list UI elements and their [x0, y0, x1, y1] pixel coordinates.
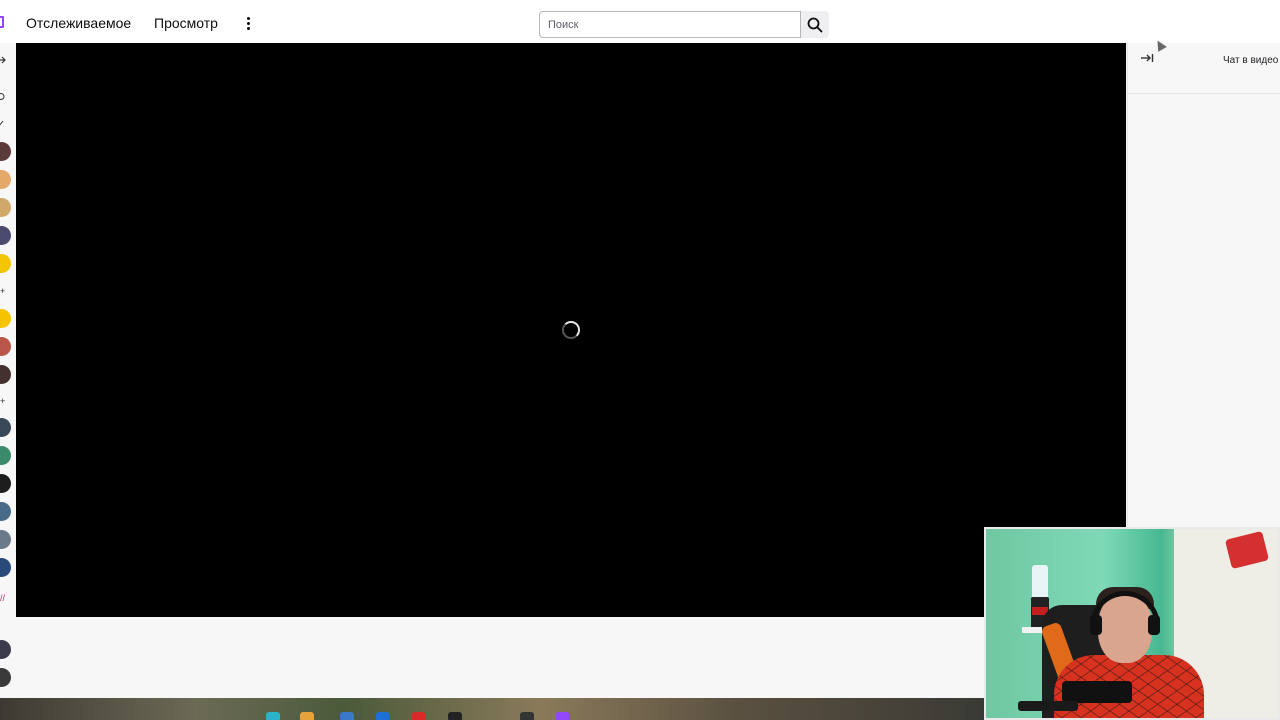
taskbar-app-icon[interactable]: [340, 712, 354, 720]
nav-following-link[interactable]: Отслеживаемое: [26, 14, 131, 32]
more-vertical-icon: [246, 16, 250, 20]
channel-avatar[interactable]: [0, 309, 11, 328]
webcam-frame: [984, 527, 1280, 720]
taskbar-app-icon[interactable]: [412, 712, 426, 720]
channel-avatar[interactable]: [0, 558, 11, 577]
channel-avatar[interactable]: [0, 170, 11, 189]
channel-avatar[interactable]: [0, 365, 11, 384]
sidebar-divider-icon: //: [0, 593, 6, 603]
twitch-logo-icon[interactable]: [0, 16, 4, 28]
channel-avatar[interactable]: [0, 474, 11, 493]
loading-spinner-icon: [562, 321, 580, 339]
sidebar-divider-icon: +: [0, 396, 6, 406]
webcam-overlay: [984, 527, 1280, 720]
channel-avatar[interactable]: [0, 446, 11, 465]
channel-avatar[interactable]: [0, 226, 11, 245]
chat-header: Чат в видео: [1128, 43, 1280, 94]
search-button[interactable]: [801, 11, 829, 38]
chat-panel: Чат в видео: [1127, 43, 1280, 527]
channel-avatar[interactable]: [0, 198, 11, 217]
more-vertical-icon-dot: [246, 21, 250, 25]
taskbar-app-icon[interactable]: [300, 712, 314, 720]
channel-avatar[interactable]: [0, 530, 11, 549]
nav-browse-link[interactable]: Просмотр: [154, 14, 218, 32]
search-icon: [807, 17, 823, 32]
channel-info-area: [16, 617, 986, 698]
followed-heart-icon[interactable]: [0, 92, 6, 101]
left-sidebar: + + //: [0, 43, 16, 698]
search-bar: [539, 11, 829, 38]
taskbar-app-icon[interactable]: [448, 712, 462, 720]
channel-avatar[interactable]: [0, 337, 11, 356]
taskbar-app-icon[interactable]: [376, 712, 390, 720]
channel-avatar[interactable]: [0, 640, 11, 659]
more-vertical-icon-dot: [246, 26, 250, 30]
expand-sidebar-icon[interactable]: [0, 55, 8, 65]
video-player[interactable]: [16, 43, 1126, 617]
chat-title: Чат в видео: [1223, 55, 1279, 66]
channel-avatar[interactable]: [0, 418, 11, 437]
taskbar-app-icon[interactable]: [556, 712, 570, 720]
channel-avatar[interactable]: [0, 502, 11, 521]
taskbar-app-icon[interactable]: [266, 712, 280, 720]
channel-avatar[interactable]: [0, 668, 11, 687]
channel-avatar[interactable]: [0, 254, 11, 273]
twitch-page: Отслеживаемое Просмотр Поиск + + // Чат …: [0, 0, 1280, 720]
top-nav-bar: Отслеживаемое Просмотр: [0, 0, 1280, 44]
desktop-taskbar: [0, 698, 984, 720]
recommended-icon[interactable]: [0, 119, 6, 128]
more-menu-button[interactable]: [240, 12, 256, 34]
collapse-right-icon[interactable]: [1140, 51, 1154, 65]
channel-avatar[interactable]: [0, 142, 11, 161]
search-input[interactable]: [539, 11, 801, 38]
sidebar-divider-icon: +: [0, 286, 6, 296]
taskbar-app-icon[interactable]: [520, 712, 534, 720]
